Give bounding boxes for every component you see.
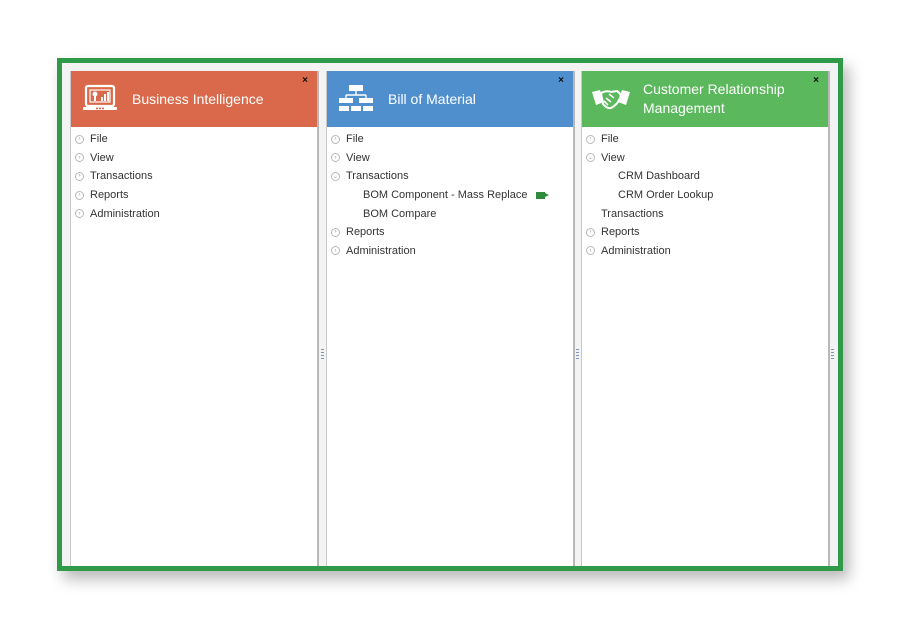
chevron-right-icon: › bbox=[75, 190, 84, 200]
menu-label: Administration bbox=[346, 244, 416, 257]
menu-item-crm-order-lookup[interactable]: CRM Order Lookup bbox=[582, 186, 828, 205]
chevron-right-icon: › bbox=[75, 153, 84, 163]
panel-header: Customer Relationship Management × bbox=[582, 71, 828, 127]
chevron-right-icon: › bbox=[75, 134, 84, 144]
chevron-right-icon: › bbox=[331, 153, 340, 163]
close-icon[interactable]: × bbox=[302, 76, 308, 86]
hierarchy-icon bbox=[336, 82, 376, 116]
panel-splitter-handle[interactable] bbox=[576, 349, 579, 359]
panel-menu: › File ⌄ View CRM Dashboard CRM Order Look… bbox=[582, 127, 828, 260]
close-icon[interactable]: × bbox=[813, 76, 819, 86]
menu-label: BOM Compare bbox=[363, 207, 437, 220]
menu-item-file[interactable]: › File bbox=[327, 130, 573, 149]
menu-item-administration[interactable]: › Administration bbox=[71, 204, 317, 223]
chevron-right-icon: › bbox=[331, 246, 340, 256]
panel-header: Bill of Material × bbox=[327, 71, 573, 127]
menu-item-file[interactable]: › File bbox=[71, 130, 317, 149]
menu-label: File bbox=[601, 133, 619, 146]
chevron-down-icon: ⌄ bbox=[331, 171, 340, 181]
panel-title: Business Intelligence bbox=[132, 90, 264, 107]
handshake-icon bbox=[591, 82, 631, 116]
menu-item-administration[interactable]: › Administration bbox=[327, 242, 573, 261]
module-frame: Business Intelligence × › File › View › Tra… bbox=[57, 58, 843, 571]
menu-label: Reports bbox=[346, 226, 385, 239]
chevron-right-icon: › bbox=[331, 134, 340, 144]
menu-label: Administration bbox=[90, 207, 160, 220]
menu-label: File bbox=[346, 133, 364, 146]
menu-label: Reports bbox=[601, 226, 640, 239]
menu-label: View bbox=[90, 151, 114, 164]
menu-item-administration[interactable]: › Administration bbox=[582, 242, 828, 261]
menu-item-reports[interactable]: › Reports bbox=[582, 223, 828, 242]
menu-label: Administration bbox=[601, 244, 671, 257]
chevron-right-icon: › bbox=[75, 171, 84, 181]
chevron-right-icon: › bbox=[331, 227, 340, 237]
menu-label: File bbox=[90, 133, 108, 146]
menu-item-view[interactable]: ⌄ View bbox=[582, 149, 828, 168]
menu-item-bom-compare[interactable]: BOM Compare bbox=[327, 204, 573, 223]
panel-menu: › File › View ⌄ Transactions BOM Component … bbox=[327, 127, 573, 260]
menu-item-bom-component-mass-replace[interactable]: BOM Component - Mass Replace bbox=[327, 186, 573, 205]
menu-label: CRM Order Lookup bbox=[618, 189, 714, 202]
chevron-right-icon: › bbox=[75, 209, 84, 219]
close-icon[interactable]: × bbox=[558, 76, 564, 86]
panel-title: Customer Relationship Management bbox=[643, 81, 785, 116]
panel-header: Business Intelligence × bbox=[71, 71, 317, 127]
chevron-right-icon: › bbox=[586, 227, 595, 237]
menu-label: View bbox=[601, 151, 625, 164]
menu-item-transactions[interactable]: › Transactions bbox=[71, 167, 317, 186]
panel-customer-relationship-management: Customer Relationship Management × › File… bbox=[581, 71, 830, 566]
chevron-right-icon: › bbox=[586, 246, 595, 256]
menu-label: View bbox=[346, 151, 370, 164]
menu-item-transactions[interactable]: ⌄ Transactions bbox=[327, 167, 573, 186]
menu-label: Transactions bbox=[90, 170, 153, 183]
menu-label: BOM Component - Mass Replace bbox=[363, 189, 528, 202]
menu-label: Reports bbox=[90, 189, 129, 202]
panel-title: Bill of Material bbox=[388, 90, 476, 107]
chevron-down-icon: ⌄ bbox=[586, 153, 595, 163]
menu-item-view[interactable]: › View bbox=[71, 149, 317, 168]
chevron-right-icon: › bbox=[586, 134, 595, 144]
menu-label: Transactions bbox=[601, 207, 664, 220]
panel-business-intelligence: Business Intelligence × › File › View › Tra… bbox=[70, 71, 319, 566]
menu-label: Transactions bbox=[346, 170, 409, 183]
menu-item-transactions[interactable]: Transactions bbox=[582, 204, 828, 223]
menu-item-crm-dashboard[interactable]: CRM Dashboard bbox=[582, 167, 828, 186]
panel-splitter-handle[interactable] bbox=[831, 349, 834, 359]
menu-item-view[interactable]: › View bbox=[327, 149, 573, 168]
video-icon[interactable] bbox=[536, 191, 550, 199]
laptop-chart-icon bbox=[80, 82, 120, 116]
menu-item-reports[interactable]: › Reports bbox=[71, 186, 317, 205]
menu-item-reports[interactable]: › Reports bbox=[327, 223, 573, 242]
menu-label: CRM Dashboard bbox=[618, 170, 700, 183]
panel-splitter-handle[interactable] bbox=[321, 349, 324, 359]
panel-menu: › File › View › Transactions › Reports › Admi… bbox=[71, 127, 317, 223]
panel-bill-of-material: Bill of Material × › File › View ⌄ Transact… bbox=[326, 71, 575, 566]
menu-item-file[interactable]: › File bbox=[582, 130, 828, 149]
